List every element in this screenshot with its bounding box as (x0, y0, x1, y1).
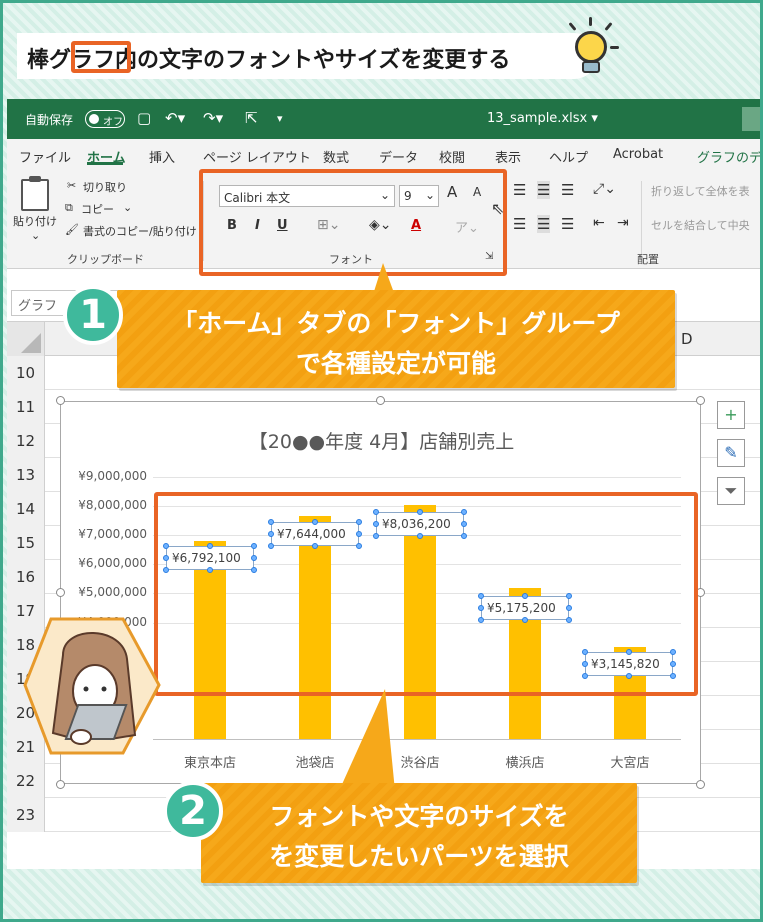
tab-page-layout[interactable]: ページ レイアウト (203, 147, 311, 166)
alignment-group-label: 配置 (637, 253, 659, 266)
row-number[interactable]: 11 (7, 390, 45, 424)
cut-icon[interactable]: ✂ (67, 179, 76, 192)
align-center-icon[interactable]: ☰ (537, 215, 551, 233)
chart-resize-handle[interactable] (696, 396, 705, 405)
gridline (153, 477, 681, 478)
tab-view[interactable]: 表示 (495, 147, 521, 166)
chart-title[interactable]: 【20●●年度 4月】店舗別売上 (3, 427, 760, 454)
undo-icon[interactable]: ↶▾ (165, 109, 185, 127)
format-painter-icon[interactable]: 🖌 (65, 223, 79, 236)
merge-center-button[interactable]: セルを結合して中央 (651, 217, 750, 233)
paste-dropdown-icon[interactable]: ⌄ (31, 229, 40, 242)
x-tick-label[interactable]: 横浜店 (480, 752, 570, 771)
x-tick-label[interactable]: 大宮店 (585, 752, 675, 771)
autosave-label: 自動保存 (25, 113, 74, 127)
increase-indent-icon[interactable]: ⇥ (617, 215, 629, 231)
x-axis-line (153, 739, 681, 740)
chart-highlight-box (154, 492, 698, 696)
tab-data[interactable]: データ (379, 147, 418, 166)
chart-resize-handle[interactable] (376, 396, 385, 405)
select-all-button[interactable] (7, 322, 45, 356)
decrease-indent-icon[interactable]: ⇤ (593, 215, 605, 231)
cut-button[interactable]: 切り取り (83, 179, 127, 195)
paste-icon[interactable] (21, 176, 49, 211)
callout-2-line2: を変更したいパーツを選択 (269, 842, 569, 871)
y-tick-label[interactable]: ¥6,000,000 (63, 556, 147, 570)
column-d-header[interactable]: D (681, 330, 693, 348)
account-button[interactable] (742, 107, 760, 131)
copy-dropdown-icon[interactable]: ⌄ (123, 201, 132, 214)
step-1-badge: 1 (63, 285, 123, 345)
chart-resize-handle[interactable] (56, 396, 65, 405)
orientation-icon[interactable]: ⤢⌄ (593, 181, 616, 197)
title-bar: 自動保存 オフ ▢ ↶▾ ↷▾ ⇱ ▾ 13_sample.xlsx ▾ (7, 99, 760, 139)
tab-review[interactable]: 校閲 (439, 147, 465, 166)
autosave-toggle[interactable]: オフ (85, 110, 125, 128)
align-right-icon[interactable]: ☰ (561, 215, 574, 233)
align-bottom-icon[interactable]: ☰ (561, 181, 574, 199)
clipboard-group-label: クリップボード (67, 253, 144, 266)
format-painter-button[interactable]: 書式のコピー/貼り付け (83, 223, 197, 239)
wrap-text-button[interactable]: 折り返して全体を表 (651, 183, 750, 199)
save-icon[interactable]: ▢ (137, 109, 151, 127)
y-tick-label[interactable]: ¥9,000,000 (63, 469, 147, 483)
redo-icon[interactable]: ↷▾ (203, 109, 223, 127)
lightbulb-icon (563, 17, 619, 77)
file-name: 13_sample.xlsx ▾ (487, 111, 598, 126)
row-number[interactable]: 16 (7, 560, 45, 594)
copy-icon[interactable]: ⧉ (65, 201, 73, 215)
tab-acrobat[interactable]: Acrobat (613, 147, 663, 162)
row-number[interactable]: 10 (7, 356, 45, 390)
y-tick-label[interactable]: ¥8,000,000 (63, 498, 147, 512)
customize-icon[interactable]: ▾ (277, 112, 283, 125)
home-tab-underline (87, 162, 123, 165)
align-middle-icon[interactable]: ☰ (537, 181, 551, 199)
align-left-icon[interactable]: ☰ (513, 215, 526, 233)
row-number[interactable]: 14 (7, 492, 45, 526)
y-tick-label[interactable]: ¥5,000,000 (63, 585, 147, 599)
callout-pointer (339, 689, 395, 791)
font-group-highlight (199, 169, 507, 276)
callout-1-line1: 「ホーム」タブの「フォント」グループ (172, 309, 620, 338)
chart-resize-handle[interactable] (56, 780, 65, 789)
page-frame: 棒グラフ内の文字のフォントやサイズを変更する 自動保存 オフ ▢ ↶▾ ↷▾ ⇱… (0, 0, 763, 922)
tab-insert[interactable]: 挿入 (149, 147, 175, 166)
step-2-badge: 2 (163, 781, 223, 841)
callout-1: 「ホーム」タブの「フォント」グループ で各種設定が可能 (117, 290, 675, 388)
tab-formulas[interactable]: 数式 (323, 147, 349, 166)
align-top-icon[interactable]: ☰ (513, 181, 526, 199)
tab-chart-design[interactable]: グラフのデザイ (697, 147, 760, 166)
chart-resize-handle[interactable] (696, 780, 705, 789)
divider (641, 181, 642, 261)
row-number[interactable]: 15 (7, 526, 45, 560)
tab-file[interactable]: ファイル (19, 147, 71, 166)
character-illustration (23, 617, 161, 755)
chart-elements-button[interactable]: + (717, 401, 745, 429)
callout-2: フォントや文字のサイズを を変更したいパーツを選択 (201, 783, 637, 883)
row-number[interactable]: 22 (7, 764, 45, 798)
callout-1-line2: で各種設定が可能 (295, 349, 496, 378)
x-tick-label[interactable]: 東京本店 (165, 752, 255, 771)
row-number[interactable]: 13 (7, 458, 45, 492)
y-tick-label[interactable]: ¥7,000,000 (63, 527, 147, 541)
paste-button[interactable]: 貼り付け (13, 213, 57, 229)
copy-button[interactable]: コピー (81, 201, 114, 217)
pointer-icon[interactable]: ⇱ (245, 109, 258, 127)
tab-help[interactable]: ヘルプ (549, 147, 588, 166)
chart-filter-button[interactable]: ⏷ (717, 477, 745, 505)
callout-2-line1: フォントや文字のサイズを (269, 802, 569, 831)
row-number[interactable]: 23 (7, 798, 45, 832)
home-tab-highlight (71, 41, 131, 73)
ribbon-tabs: ファイル ホーム 挿入 ページ レイアウト 数式 データ 校閲 表示 ヘルプ A… (7, 139, 760, 173)
